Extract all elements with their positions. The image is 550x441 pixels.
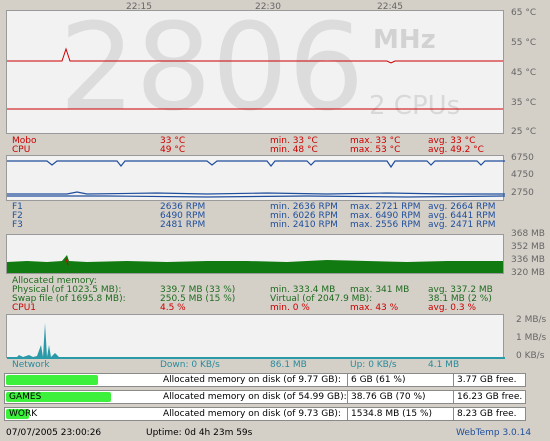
cpu1-current: 4.5 % [160,303,186,313]
temp-cpu-label: CPU [12,145,31,155]
temp-cpu-current: 49 °C [160,145,186,155]
memory-axis-320: 320 MB [511,268,545,278]
network-traffic [7,323,505,359]
network-axis-1mb: 1 MB/s [516,333,547,343]
fan-axis-2750: 2750 [511,188,534,198]
fan-axis-4750: 4750 [511,170,534,180]
temperature-graph: 2806 MHz 2 CPUs [6,10,504,134]
disk-used: 6 GB (61 %) [351,375,406,385]
disk-row-2: GAMES Allocated memory on disk (of 54.99… [4,390,526,404]
network-graph [6,314,505,359]
disk-row-3: WORK Allocated memory on disk (of 9.73 G… [4,407,526,421]
cpu1-label: CPU1 [12,303,37,313]
fan-axis-6750: 6750 [511,153,534,163]
network-label: Network [12,360,50,370]
temp-cpu-max: max. 53 °C [350,145,401,155]
cpu1-min: min. 0 % [270,303,310,313]
disk-free: 8.23 GB free. [457,409,517,419]
memory-area [7,255,503,273]
disk-label: Allocated memory on disk (of 54.99 GB): [163,392,347,402]
disk-label: Allocated memory on disk (of 9.77 GB): [163,375,341,385]
fan-f3-label: F3 [12,220,23,230]
network-up: Up: 0 KB/s [350,360,397,370]
fan-f3-avg: avg. 2471 RPM [428,220,496,230]
temp-axis-45: 45 °C [511,68,537,78]
disk-name: WORK [9,409,38,419]
network-down: Down: 0 KB/s [160,360,220,370]
network-down-total: 86.1 MB [270,360,307,370]
fan-speed-lines [7,160,505,198]
fan-f3-min: min. 2410 RPM [270,220,338,230]
disk-label: Allocated memory on disk (of 9.73 GB): [163,409,341,419]
disk-used: 1534.8 MB (15 %) [351,409,433,419]
memory-axis-352: 352 MB [511,242,545,252]
temp-axis-25: 25 °C [511,127,537,137]
disk-name: GAMES [9,392,42,402]
disk-usage-bar [6,375,98,385]
status-app-version[interactable]: WebTemp 3.0.14 [456,428,531,438]
temp-axis-55: 55 °C [511,38,537,48]
temp-cpu-min: min. 48 °C [270,145,318,155]
status-uptime: Uptime: 0d 4h 23m 59s [146,428,253,438]
fan-f3-current: 2481 RPM [160,220,206,230]
temp-cpu-avg: avg. 49.2 °C [428,145,484,155]
cpu1-avg: avg. 0.3 % [428,303,477,313]
memory-axis-368: 368 MB [511,229,545,239]
disk-free: 16.23 GB free. [457,392,523,402]
network-axis-2mb: 2 MB/s [516,315,547,325]
cpu1-max: max. 43 % [350,303,399,313]
temp-axis-35: 35 °C [511,98,537,108]
fan-speed-graph [6,155,505,201]
fan-f3-max: max. 2556 RPM [350,220,421,230]
disk-row-1: Allocated memory on disk (of 9.77 GB): 6… [4,373,526,387]
temperature-lines [7,47,503,110]
status-datetime: 07/07/2005 23:00:26 [6,428,102,438]
memory-graph [6,234,504,274]
memory-axis-336: 336 MB [511,255,545,265]
disk-used: 38.76 GB (70 %) [351,392,426,402]
disk-free: 3.77 GB free. [457,375,517,385]
network-axis-0kb: 0 KB/s [516,351,545,361]
temp-axis-65: 65 °C [511,8,537,18]
network-up-total: 4.1 MB [428,360,460,370]
